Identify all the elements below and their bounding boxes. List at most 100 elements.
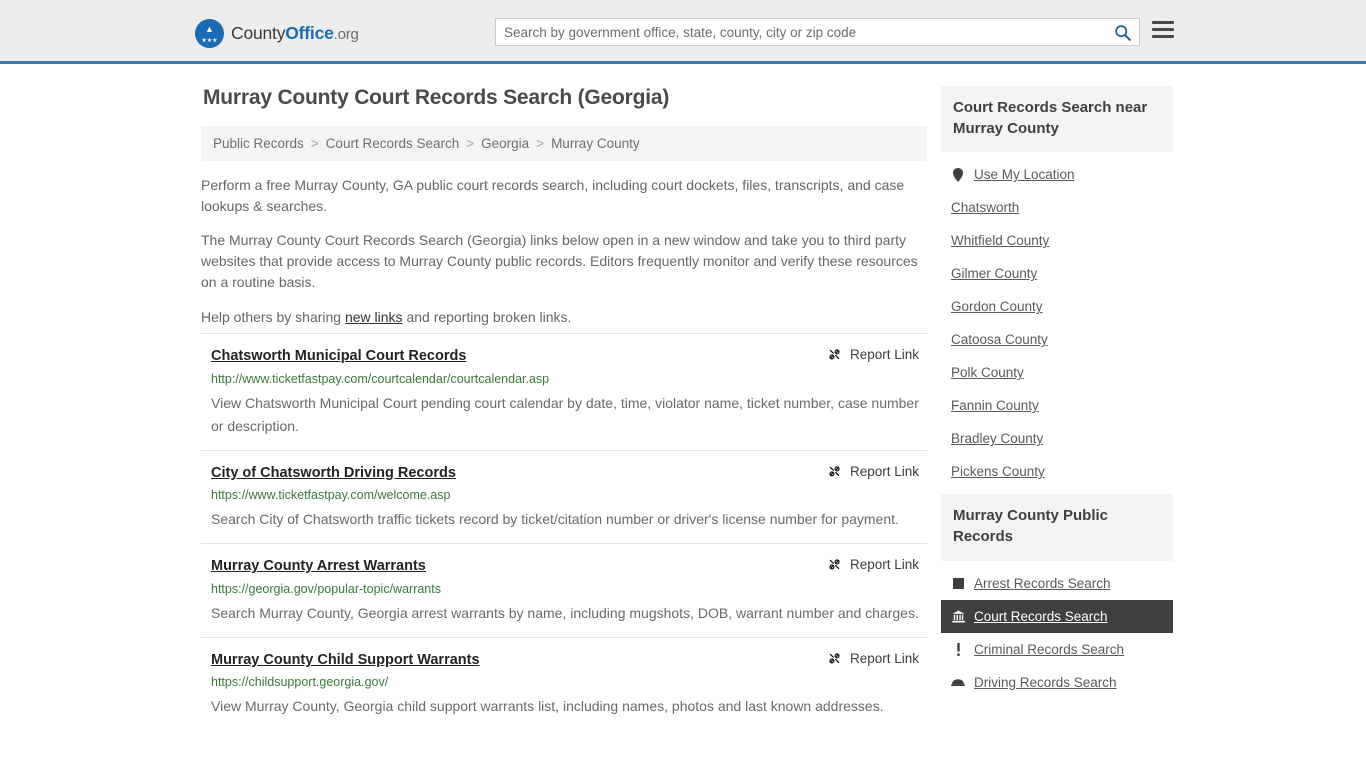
sidebar-item-label: Fannin County [951, 398, 1039, 413]
sidebar-public-records-box: Murray County Public Records Arrest Reco… [941, 494, 1173, 698]
sidebar-item-arrest-records-search[interactable]: Arrest Records Search [941, 567, 1173, 600]
search-button[interactable] [1105, 19, 1139, 45]
hamburger-bar-1 [1152, 21, 1174, 24]
broken-link-icon [827, 464, 842, 479]
brand-wordmark: CountyOffice.org [231, 23, 359, 44]
broken-link-icon [827, 651, 842, 666]
sidebar-near-heading: Court Records Search near Murray County [941, 86, 1173, 152]
sidebar-item-label: Gilmer County [951, 266, 1037, 281]
sidebar-item-label: Use My Location [974, 167, 1075, 182]
result-title-link[interactable]: City of Chatsworth Driving Records [211, 465, 456, 482]
result-description: View Chatsworth Municipal Court pending … [211, 392, 927, 438]
breadcrumb-item-georgia[interactable]: Georgia [481, 136, 529, 151]
sidebar-item-whitfield-county[interactable]: Whitfield County [941, 224, 1173, 257]
sidebar-item-label: Arrest Records Search [974, 576, 1111, 591]
report-link-button[interactable]: Report Link [827, 347, 927, 362]
result-item: City of Chatsworth Driving Records Repor… [201, 450, 927, 543]
breadcrumb-item-court-records-search[interactable]: Court Records Search [326, 136, 460, 151]
intro-paragraph-2: The Murray County Court Records Search (… [201, 230, 927, 292]
breadcrumb-item-public-records[interactable]: Public Records [213, 136, 304, 151]
sidebar-item-label: Polk County [951, 365, 1024, 380]
stars-icon: ★★★ [195, 38, 224, 44]
main-content: Murray County Court Records Search (Geor… [193, 86, 935, 730]
map-pin-icon [951, 168, 965, 182]
result-url: https://childsupport.georgia.gov/ [211, 675, 927, 690]
result-description: Search Murray County, Georgia arrest war… [211, 602, 927, 625]
result-url: http://www.ticketfastpay.com/courtcalend… [211, 372, 927, 387]
brand-part-county: County [231, 23, 285, 43]
report-link-button[interactable]: Report Link [827, 557, 927, 572]
result-title-link[interactable]: Murray County Arrest Warrants [211, 558, 426, 575]
brand-part-office: Office [285, 23, 333, 43]
breadcrumb-item-murray-county: Murray County [551, 136, 640, 151]
sidebar-item-driving-records-search[interactable]: Driving Records Search [941, 666, 1173, 699]
sidebar-item-bradley-county[interactable]: Bradley County [941, 422, 1173, 455]
result-header: Chatsworth Municipal Court Records Repor… [211, 348, 927, 365]
brand-part-org: .org [334, 26, 359, 43]
sidebar-item-label: Pickens County [951, 464, 1045, 479]
countyoffice-eagle-logo-icon: ▲ ★★★ [195, 19, 224, 48]
sidebar-item-label: Criminal Records Search [974, 642, 1124, 657]
result-header: City of Chatsworth Driving Records Repor… [211, 465, 927, 482]
search-icon [1114, 24, 1131, 41]
sidebar-item-label: Chatsworth [951, 200, 1019, 215]
page-body: Murray County Court Records Search (Geor… [0, 64, 1366, 730]
breadcrumb-separator: > [311, 136, 319, 151]
sidebar-item-polk-county[interactable]: Polk County [941, 356, 1173, 389]
hamburger-bar-3 [1152, 35, 1174, 38]
courthouse-icon [951, 610, 965, 623]
broken-link-icon [827, 347, 842, 362]
results-list: Chatsworth Municipal Court Records Repor… [201, 333, 927, 730]
sidebar-public-records-heading: Murray County Public Records [941, 494, 1173, 560]
eagle-icon: ▲ [205, 25, 214, 34]
sidebar: Court Records Search near Murray County … [941, 86, 1173, 730]
result-description: View Murray County, Georgia child suppor… [211, 695, 927, 718]
sidebar-item-pickens-county[interactable]: Pickens County [941, 455, 1173, 488]
intro-p3-before: Help others by sharing [201, 309, 345, 325]
breadcrumb: Public Records > Court Records Search > … [201, 126, 927, 161]
result-item: Murray County Child Support Warrants Rep… [201, 637, 927, 730]
sidebar-item-label: Driving Records Search [974, 675, 1117, 690]
report-link-label: Report Link [850, 651, 919, 666]
intro-p3-after: and reporting broken links. [403, 309, 572, 325]
breadcrumb-separator: > [536, 136, 544, 151]
sidebar-item-use-my-location[interactable]: Use My Location [941, 158, 1173, 191]
page-title: Murray County Court Records Search (Geor… [203, 86, 935, 110]
intro-text: Perform a free Murray County, GA public … [201, 161, 927, 327]
sidebar-item-label: Bradley County [951, 431, 1043, 446]
site-logo[interactable]: ▲ ★★★ CountyOffice.org [195, 19, 359, 48]
result-title-link[interactable]: Chatsworth Municipal Court Records [211, 348, 466, 365]
result-item: Murray County Arrest Warrants Report Lin… [201, 543, 927, 636]
report-link-label: Report Link [850, 557, 919, 572]
breadcrumb-separator: > [466, 136, 474, 151]
report-link-label: Report Link [850, 347, 919, 362]
report-link-button[interactable]: Report Link [827, 464, 927, 479]
search-bar[interactable] [495, 18, 1140, 46]
report-link-button[interactable]: Report Link [827, 651, 927, 666]
sidebar-item-label: Catoosa County [951, 332, 1048, 347]
sidebar-item-criminal-records-search[interactable]: Criminal Records Search [941, 633, 1173, 666]
sidebar-item-chatsworth[interactable]: Chatsworth [941, 191, 1173, 224]
sidebar-item-gilmer-county[interactable]: Gilmer County [941, 257, 1173, 290]
sidebar-item-fannin-county[interactable]: Fannin County [941, 389, 1173, 422]
result-url: https://www.ticketfastpay.com/welcome.as… [211, 488, 927, 503]
hamburger-bar-2 [1152, 28, 1174, 31]
search-input[interactable] [496, 19, 1105, 45]
result-title-link[interactable]: Murray County Child Support Warrants [211, 652, 480, 669]
sidebar-item-catoosa-county[interactable]: Catoosa County [941, 323, 1173, 356]
intro-paragraph-1: Perform a free Murray County, GA public … [201, 175, 927, 216]
menu-button[interactable] [1152, 21, 1174, 38]
report-link-label: Report Link [850, 464, 919, 479]
result-item: Chatsworth Municipal Court Records Repor… [201, 333, 927, 450]
sidebar-near-list: Use My Location Chatsworth Whitfield Cou… [941, 152, 1173, 488]
sidebar-item-label: Whitfield County [951, 233, 1049, 248]
new-links-link[interactable]: new links [345, 309, 403, 325]
result-header: Murray County Arrest Warrants Report Lin… [211, 558, 927, 575]
result-description: Search City of Chatsworth traffic ticket… [211, 508, 927, 531]
sidebar-item-label: Court Records Search [974, 609, 1108, 624]
sidebar-near-box: Court Records Search near Murray County … [941, 86, 1173, 488]
sidebar-item-gordon-county[interactable]: Gordon County [941, 290, 1173, 323]
sidebar-item-label: Gordon County [951, 299, 1043, 314]
sidebar-item-court-records-search[interactable]: Court Records Search [941, 600, 1173, 633]
sidebar-public-records-list: Arrest Records Search [941, 561, 1173, 699]
